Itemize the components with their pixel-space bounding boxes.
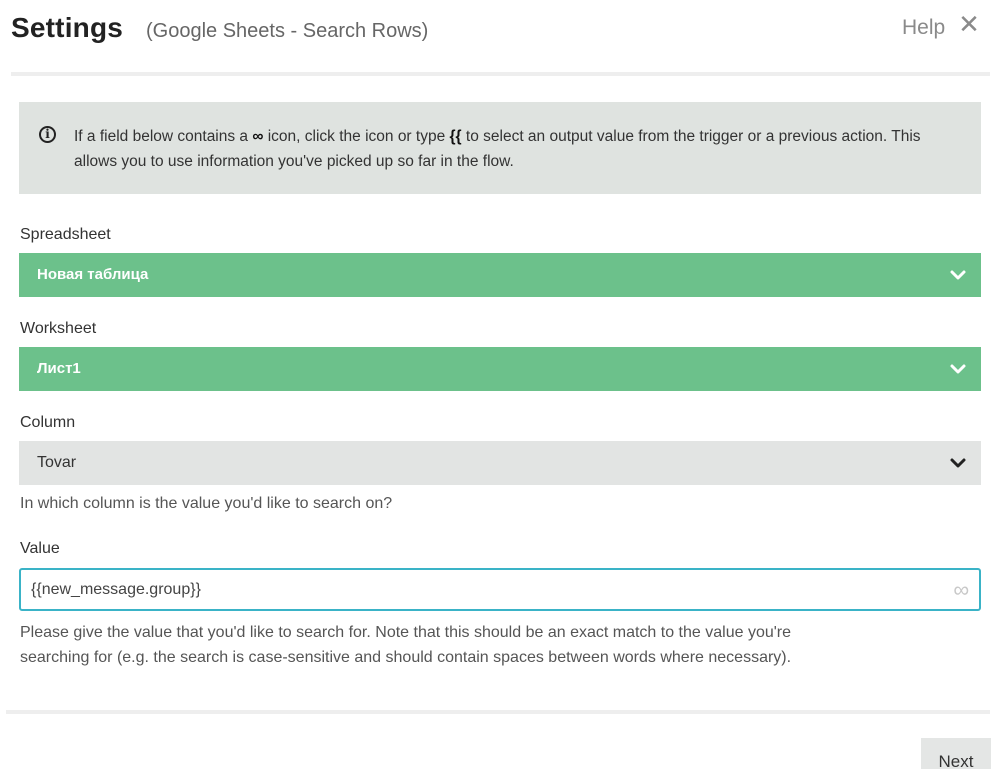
footer-divider <box>6 710 990 714</box>
next-button[interactable]: Next <box>921 738 991 769</box>
chevron-down-icon <box>950 458 966 468</box>
header-divider <box>11 72 990 76</box>
value-help-text-line1: Please give the value that you'd like to… <box>20 624 792 641</box>
page-subtitle: (Google Sheets - Search Rows) <box>146 20 429 42</box>
dialog-header: Settings (Google Sheets - Search Rows) H… <box>0 0 991 70</box>
chevron-down-icon <box>950 270 966 280</box>
spreadsheet-select[interactable]: Новая таблица <box>19 253 981 297</box>
info-circle-icon: i <box>39 126 56 143</box>
spreadsheet-label: Spreadsheet <box>20 226 111 243</box>
value-field[interactable]: ∞ <box>19 568 981 611</box>
value-help-text-line2: searching for (e.g. the search is case-s… <box>20 649 792 666</box>
infinity-icon[interactable]: ∞ <box>953 579 969 601</box>
infinity-inline-icon: ∞ <box>252 128 264 145</box>
column-help-text: In which column is the value you'd like … <box>20 495 393 512</box>
chevron-down-icon <box>950 364 966 374</box>
worksheet-selected-value: Лист1 <box>37 360 81 377</box>
info-text: If a field below contains a ∞ icon, clic… <box>74 128 921 170</box>
column-select[interactable]: Tovar <box>19 441 981 485</box>
column-selected-value: Tovar <box>37 454 77 471</box>
column-label: Column <box>20 414 76 431</box>
close-icon[interactable]: ✕ <box>957 10 981 38</box>
worksheet-select[interactable]: Лист1 <box>19 347 981 391</box>
worksheet-label: Worksheet <box>20 320 97 337</box>
braces-hint: {{ <box>449 128 462 145</box>
help-link[interactable]: Help <box>902 16 945 40</box>
spreadsheet-selected-value: Новая таблица <box>37 266 149 283</box>
page-title: Settings <box>11 12 124 43</box>
settings-dialog: Settings (Google Sheets - Search Rows) H… <box>0 0 991 769</box>
value-label: Value <box>20 540 60 557</box>
info-box: i If a field below contains a ∞ icon, cl… <box>19 102 981 194</box>
value-input[interactable] <box>31 578 931 602</box>
